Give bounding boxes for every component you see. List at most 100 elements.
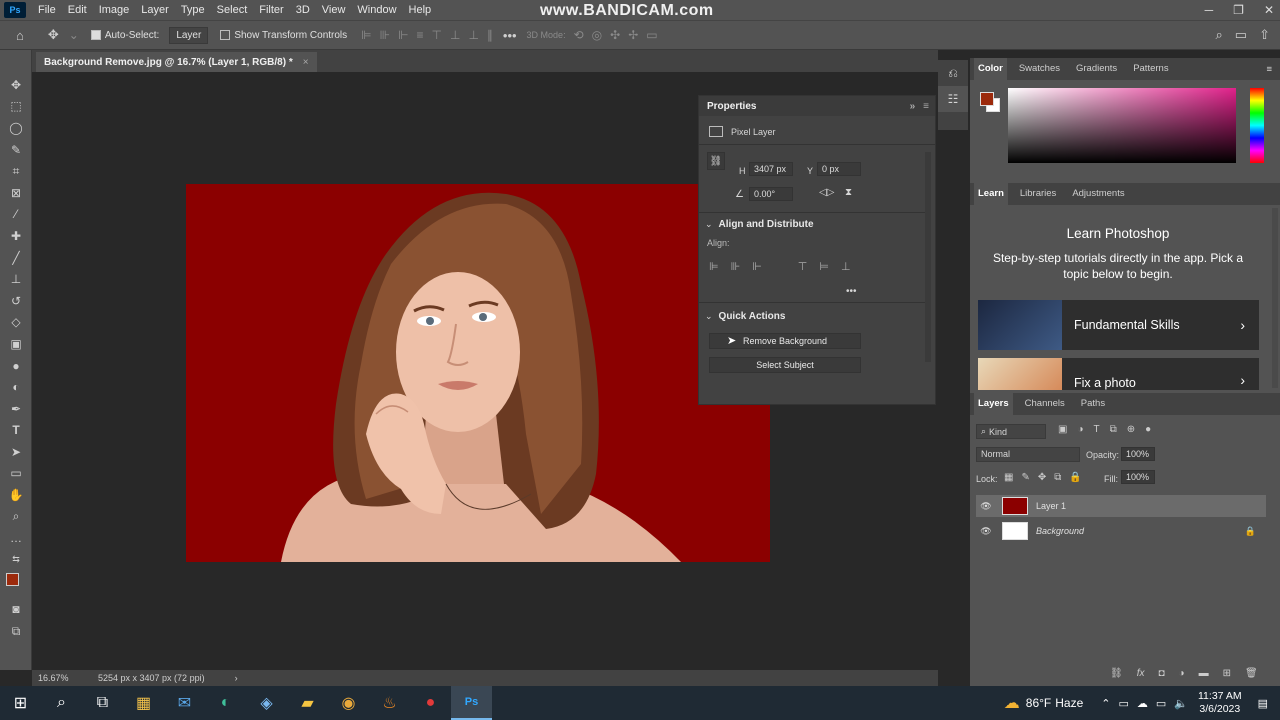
properties-panel-icon[interactable]: ☷	[938, 86, 968, 112]
link-layers-icon[interactable]: ⛓	[1110, 668, 1123, 679]
color-field[interactable]	[1008, 88, 1236, 163]
workspace-icon[interactable]: ▭	[1235, 27, 1247, 43]
new-group-icon[interactable]: ▬	[1199, 668, 1209, 679]
menu-type[interactable]: Type	[175, 0, 211, 20]
tab-libraries[interactable]: Libraries	[1016, 183, 1060, 205]
more-tools-icon[interactable]: …	[0, 527, 32, 549]
distribute-vertical-icon[interactable]: ∥	[487, 28, 493, 42]
chrome-icon[interactable]: ◉	[328, 686, 369, 720]
visibility-eye-icon[interactable]: 👁	[976, 526, 996, 537]
learn-card-fix-a-photo[interactable]: Fix a photo ›	[978, 358, 1259, 390]
network-icon[interactable]: ▭	[1156, 697, 1166, 710]
chevron-down-icon[interactable]: ⌄	[705, 219, 713, 230]
tray-chevron-icon[interactable]: ⌃	[1101, 697, 1110, 710]
tab-channels[interactable]: Channels	[1021, 393, 1069, 415]
pen-tool-icon[interactable]: ✒	[0, 398, 32, 420]
align-left-edges-icon[interactable]: ⊫	[709, 260, 719, 273]
layer-row-background[interactable]: 👁 Background 🔒	[976, 520, 1266, 542]
filter-smart-icon[interactable]: ⊕	[1127, 424, 1135, 435]
history-panel-icon[interactable]: ⎌	[938, 60, 968, 86]
tab-layers[interactable]: Layers	[974, 393, 1013, 415]
align-top-icon[interactable]: ⊤	[432, 28, 442, 42]
learn-card-fundamental-skills[interactable]: Fundamental Skills ›	[978, 300, 1259, 350]
quick-select-tool-icon[interactable]: ✎	[0, 139, 32, 161]
align-vertical-centers-icon[interactable]: ⊨	[819, 260, 829, 273]
store-icon[interactable]: ▦	[123, 686, 164, 720]
add-mask-icon[interactable]: ◘	[1158, 668, 1164, 679]
lock-all-icon[interactable]: 🔒	[1069, 472, 1081, 483]
close-icon[interactable]: ✕	[1264, 3, 1274, 17]
minimize-icon[interactable]: ─	[1205, 3, 1214, 17]
more-options-button[interactable]: •••	[503, 28, 517, 43]
filter-toggle-icon[interactable]: ●	[1145, 424, 1151, 435]
3d-rotate-icon[interactable]: ⟲	[574, 28, 584, 42]
bandicam-record-icon[interactable]: ●	[410, 686, 451, 720]
quick-mask-icon[interactable]: ◙	[0, 599, 32, 621]
healing-brush-icon[interactable]: ✚	[0, 225, 32, 247]
cloud-icon[interactable]: ☁	[1137, 697, 1148, 710]
align-center-icon[interactable]: ⊪	[380, 28, 390, 42]
y-field[interactable]: 0 px	[817, 162, 861, 176]
adjustment-layer-icon[interactable]: ◑	[1179, 668, 1185, 679]
zoom-tool-icon[interactable]: ⌕	[0, 506, 32, 528]
panel-menu-icon[interactable]: ≡	[923, 101, 929, 112]
layer-kind-filter[interactable]: ⌕ Kind	[976, 424, 1046, 439]
zoom-level[interactable]: 16.67%	[38, 673, 98, 683]
3d-video-icon[interactable]: ▭	[646, 28, 657, 42]
align-right-icon[interactable]: ⊩	[398, 28, 408, 42]
volume-icon[interactable]: 🔈	[1174, 697, 1188, 710]
chevron-down-icon[interactable]: ⌄	[69, 28, 79, 42]
path-select-tool-icon[interactable]: ➤	[0, 441, 32, 463]
menu-help[interactable]: Help	[403, 0, 438, 20]
auto-select-dropdown[interactable]: Layer	[169, 26, 209, 44]
edge-icon[interactable]: ◐	[205, 686, 246, 720]
document-tab[interactable]: Background Remove.jpg @ 16.7% (Layer 1, …	[36, 52, 317, 72]
close-tab-icon[interactable]: ×	[303, 57, 309, 68]
eraser-tool-icon[interactable]: ◇	[0, 312, 32, 334]
screen-mode-icon[interactable]: ⧉	[0, 620, 32, 642]
angle-field[interactable]: 0.00°	[749, 187, 793, 201]
learn-scrollbar[interactable]	[1272, 208, 1278, 388]
brush-tool-icon[interactable]: ╱	[0, 247, 32, 269]
eyedropper-tool-icon[interactable]: ⁄	[0, 204, 32, 226]
menu-select[interactable]: Select	[211, 0, 254, 20]
notification-icon[interactable]: ▤	[1258, 697, 1268, 710]
checkbox-unchecked-icon[interactable]	[220, 30, 231, 40]
lock-pixels-icon[interactable]: ✎	[1021, 472, 1029, 483]
3d-roll-icon[interactable]: ◎	[592, 28, 602, 42]
status-chevron-icon[interactable]: ›	[235, 673, 238, 683]
lock-position-icon[interactable]: ✥	[1038, 472, 1046, 483]
auto-select-checkbox[interactable]: Auto-Select:	[90, 30, 159, 41]
align-left-icon[interactable]: ⊫	[361, 28, 371, 42]
menu-layer[interactable]: Layer	[135, 0, 175, 20]
select-subject-button[interactable]: Select Subject	[709, 357, 861, 373]
file-explorer-icon[interactable]: ▰	[287, 686, 328, 720]
tab-patterns[interactable]: Patterns	[1129, 58, 1172, 80]
panel-menu-icon[interactable]: ≡	[1266, 64, 1272, 75]
clock[interactable]: 11:37 AM 3/6/2023	[1198, 690, 1242, 716]
checkbox-checked-icon[interactable]	[90, 30, 101, 40]
flip-horizontal-icon[interactable]: ◁▷	[819, 187, 834, 198]
rectangle-tool-icon[interactable]: ▭	[0, 463, 32, 485]
app-icon[interactable]: ◈	[246, 686, 287, 720]
align-section-header[interactable]: ⌄ Align and Distribute	[705, 219, 814, 230]
align-horizontal-centers-icon[interactable]: ⊪	[731, 260, 741, 273]
chevron-down-icon[interactable]: ⌄	[705, 311, 713, 322]
distribute-icon[interactable]: ≡	[417, 28, 424, 42]
align-bottom-edges-icon[interactable]: ⊥	[841, 260, 851, 273]
menu-view[interactable]: View	[316, 0, 352, 20]
gradient-tool-icon[interactable]: ▣	[0, 333, 32, 355]
align-bottom-icon[interactable]: ⊥	[468, 28, 478, 42]
move-tool-icon[interactable]: ✥	[0, 74, 32, 96]
foreground-color-swatch[interactable]	[6, 572, 19, 586]
crop-tool-icon[interactable]: ⌗	[0, 160, 32, 182]
photoshop-taskbar-icon[interactable]: Ps	[451, 686, 492, 720]
search-icon[interactable]: ⌕	[41, 686, 82, 720]
battery-icon[interactable]: ▭	[1118, 697, 1128, 710]
tab-learn[interactable]: Learn	[974, 183, 1008, 205]
quick-actions-header[interactable]: ⌄ Quick Actions	[705, 311, 785, 322]
tab-paths[interactable]: Paths	[1077, 393, 1109, 415]
windows-start-icon[interactable]: ⊞	[0, 686, 41, 720]
weather-temp[interactable]: 86°F	[1026, 696, 1051, 710]
tab-adjustments[interactable]: Adjustments	[1068, 183, 1128, 205]
